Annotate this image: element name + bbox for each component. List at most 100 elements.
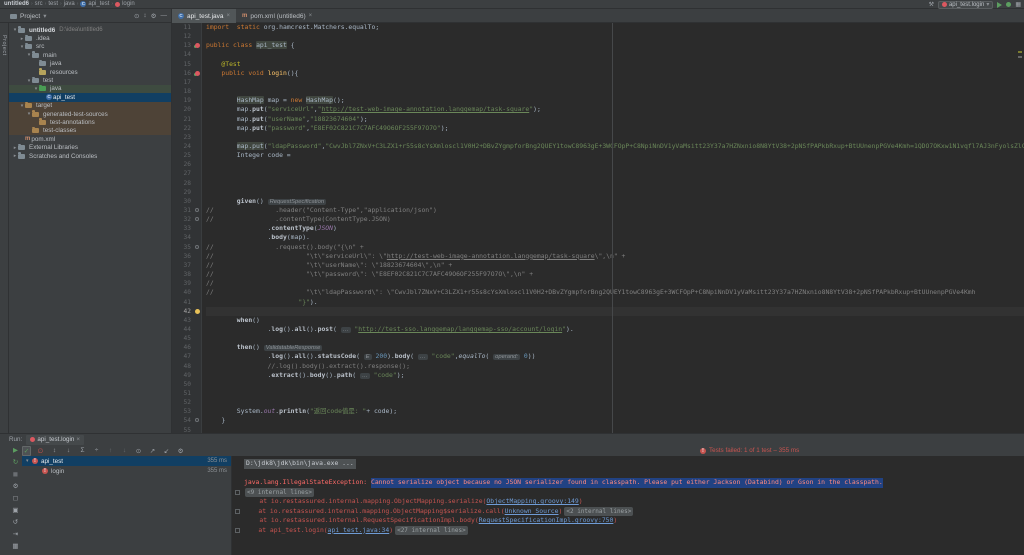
locate-file-icon[interactable]: ⊙ <box>134 12 139 20</box>
code-line[interactable]: @Test <box>206 60 1024 69</box>
thread-dump-icon[interactable]: ▣ <box>11 506 20 514</box>
code-line[interactable] <box>206 179 1024 188</box>
url-link[interactable]: http://test-web-image-annotation.langgem… <box>321 105 529 113</box>
pin-icon[interactable]: ◻ <box>11 494 20 502</box>
layout-icon[interactable]: ▦ <box>11 542 20 550</box>
code-line[interactable] <box>206 389 1024 398</box>
code-line[interactable] <box>206 32 1024 41</box>
expand-all-icon[interactable]: Σ <box>78 447 87 454</box>
code-line[interactable]: map.put("password","E8EF02C821C7C7AFC49O… <box>206 124 1024 133</box>
tree-item-main[interactable]: ▾ main <box>9 51 171 59</box>
code-line[interactable]: map.put("ldapPassword","CwvJbl7ZNxV+C3LZ… <box>206 141 1024 151</box>
tree-item-java[interactable]: java <box>9 59 171 68</box>
expand-collapse-icon[interactable]: ↕ <box>143 12 146 20</box>
code-line[interactable]: .extract().body().path( … "code"); <box>206 371 1024 380</box>
editor-tab[interactable]: Capi_test.java × <box>172 9 237 23</box>
console-fold-icon[interactable] <box>235 527 240 533</box>
code-line[interactable]: public void login(){ <box>206 69 1024 78</box>
fold-gutter-icon[interactable] <box>195 208 199 212</box>
internal-lines-chip[interactable]: <9 internal lines> <box>245 487 315 497</box>
tree-item-external-libraries[interactable]: ▸ External Libraries <box>9 143 171 151</box>
console-fold-icon[interactable] <box>235 508 240 514</box>
show-ignored-icon[interactable]: ∅ <box>36 447 45 455</box>
build-hammer-icon[interactable]: ⚒ <box>929 1 934 8</box>
close-icon[interactable]: × <box>227 13 231 19</box>
close-icon[interactable]: × <box>309 13 313 19</box>
code-line[interactable] <box>206 306 1024 316</box>
run-configuration-select[interactable]: api_test.login ▾ <box>937 0 994 9</box>
test-row-api_test[interactable]: ▾! api_test 355 ms <box>22 456 231 466</box>
breadcrumb-item[interactable]: untitled6 <box>4 1 29 7</box>
hide-panel-icon[interactable]: — <box>161 12 168 20</box>
close-icon[interactable]: × <box>76 436 80 443</box>
tree-item-resources[interactable]: resources <box>9 68 171 76</box>
run-tab[interactable]: api_test.login × <box>26 434 85 445</box>
rerun-icon[interactable]: ▶ <box>11 446 20 454</box>
code-line[interactable] <box>206 169 1024 178</box>
code-line[interactable]: "}"). <box>206 298 1024 307</box>
wrench-icon[interactable]: ⚙ <box>11 482 20 490</box>
editor-code-area[interactable]: import static org.hamcrest.Matchers.equa… <box>206 23 1024 433</box>
code-line[interactable]: // "\t\"userName\": \"18823674604\",\n" … <box>206 261 1024 270</box>
url-link[interactable]: http://test-sso.langgemap/langgemap-sso/… <box>358 325 562 333</box>
code-line[interactable]: // <box>206 279 1024 288</box>
code-line[interactable]: // "\t\"password\": \"E8EF02C821C7C7AFC4… <box>206 270 1024 279</box>
code-line[interactable]: map.put("serviceUrl","http://test-web-im… <box>206 105 1024 114</box>
internal-lines-chip[interactable]: <2 internal lines> <box>564 506 634 516</box>
code-line[interactable]: .log().all().post( … "http://test-sso.la… <box>206 325 1024 334</box>
next-failed-test-icon[interactable]: ↓ <box>120 447 129 454</box>
code-line[interactable] <box>206 426 1024 433</box>
rerun-failed-tests-icon[interactable]: ↻ <box>11 458 20 466</box>
code-line[interactable]: // .request().body("{\n" + <box>206 243 1024 252</box>
code-line[interactable] <box>206 87 1024 96</box>
search-icon[interactable]: ⊙ <box>134 447 143 455</box>
stack-frame-link[interactable]: ObjectMapping.groovy:149 <box>486 497 578 507</box>
tree-item-test-classes[interactable]: test-classes <box>9 126 171 136</box>
code-line[interactable]: public class api_test { <box>206 41 1024 50</box>
code-line[interactable]: .contentType(JSON) <box>206 224 1024 233</box>
tree-item-api-test[interactable]: Capi_test <box>9 93 171 102</box>
breadcrumb-item[interactable]: api_test <box>88 1 109 7</box>
run-test-gutter-icon[interactable] <box>195 43 200 49</box>
run-test-gutter-icon[interactable] <box>195 70 200 76</box>
tree-item--idea[interactable]: ▸ .idea <box>9 34 171 42</box>
stack-frame-link[interactable]: api_test.java:34 <box>328 526 390 536</box>
code-line[interactable] <box>206 133 1024 142</box>
debug-button[interactable] <box>1006 2 1012 7</box>
stack-frame-link[interactable]: Unknown Source <box>505 507 559 517</box>
tree-item-pom-xml[interactable]: m pom.xml <box>9 135 171 143</box>
code-editor[interactable]: 11 12 13 14 15 16 17 18 19 20 21 22 23 24 25 26 27 28 29 30… <box>172 23 1024 433</box>
tree-item-test[interactable]: ▾ test <box>9 76 171 84</box>
export-test-results-icon[interactable]: ↗ <box>148 447 157 455</box>
code-line[interactable]: System.out.println("返回code值是: "+ code); <box>206 407 1024 416</box>
collapse-all-icon[interactable]: ÷ <box>92 447 101 454</box>
code-line[interactable]: when() <box>206 316 1024 325</box>
breadcrumb-item[interactable]: test <box>48 1 58 7</box>
jump-to-source-icon[interactable]: ⇥ <box>11 530 20 538</box>
intention-bulb-icon[interactable] <box>195 308 200 314</box>
code-line[interactable]: Integer code = <box>206 151 1024 160</box>
fold-gutter-icon[interactable] <box>195 418 199 423</box>
internal-lines-chip[interactable]: <27 internal lines> <box>395 525 468 535</box>
tree-item-src[interactable]: ▾ src <box>9 42 171 51</box>
code-line[interactable]: then() ValidatableResponse <box>206 343 1024 352</box>
code-line[interactable] <box>206 78 1024 87</box>
code-line[interactable] <box>206 398 1024 407</box>
run-button[interactable] <box>997 1 1003 8</box>
coverage-icon[interactable]: ▦ <box>1015 1 1021 8</box>
restore-layout-icon[interactable]: ↺ <box>11 518 20 526</box>
code-line[interactable] <box>206 334 1024 343</box>
tree-item-untitled6[interactable]: ▾ untitled6 D:\idea\untitled6 <box>9 26 171 34</box>
tree-item-target[interactable]: ▾ target <box>9 101 171 110</box>
tree-item-test-annotations[interactable]: test-annotations <box>9 118 171 127</box>
fold-gutter-icon[interactable] <box>195 244 199 249</box>
code-line[interactable]: .log().all().statusCode( E 200).body( … … <box>206 352 1024 361</box>
breadcrumb-item[interactable]: src <box>35 1 43 7</box>
tree-item-generated-test-sources[interactable]: ▾ generated-test-sources <box>9 109 171 119</box>
sort-alphabetically-icon[interactable]: ↕ <box>50 447 59 454</box>
code-line[interactable] <box>206 50 1024 59</box>
previous-failed-test-icon[interactable]: ↑ <box>106 447 115 454</box>
settings-icon[interactable]: ⚙ <box>151 12 157 20</box>
editor-tab[interactable]: m pom.xml (untitled6) × <box>236 9 318 23</box>
import-test-results-icon[interactable]: ↙ <box>162 447 171 455</box>
